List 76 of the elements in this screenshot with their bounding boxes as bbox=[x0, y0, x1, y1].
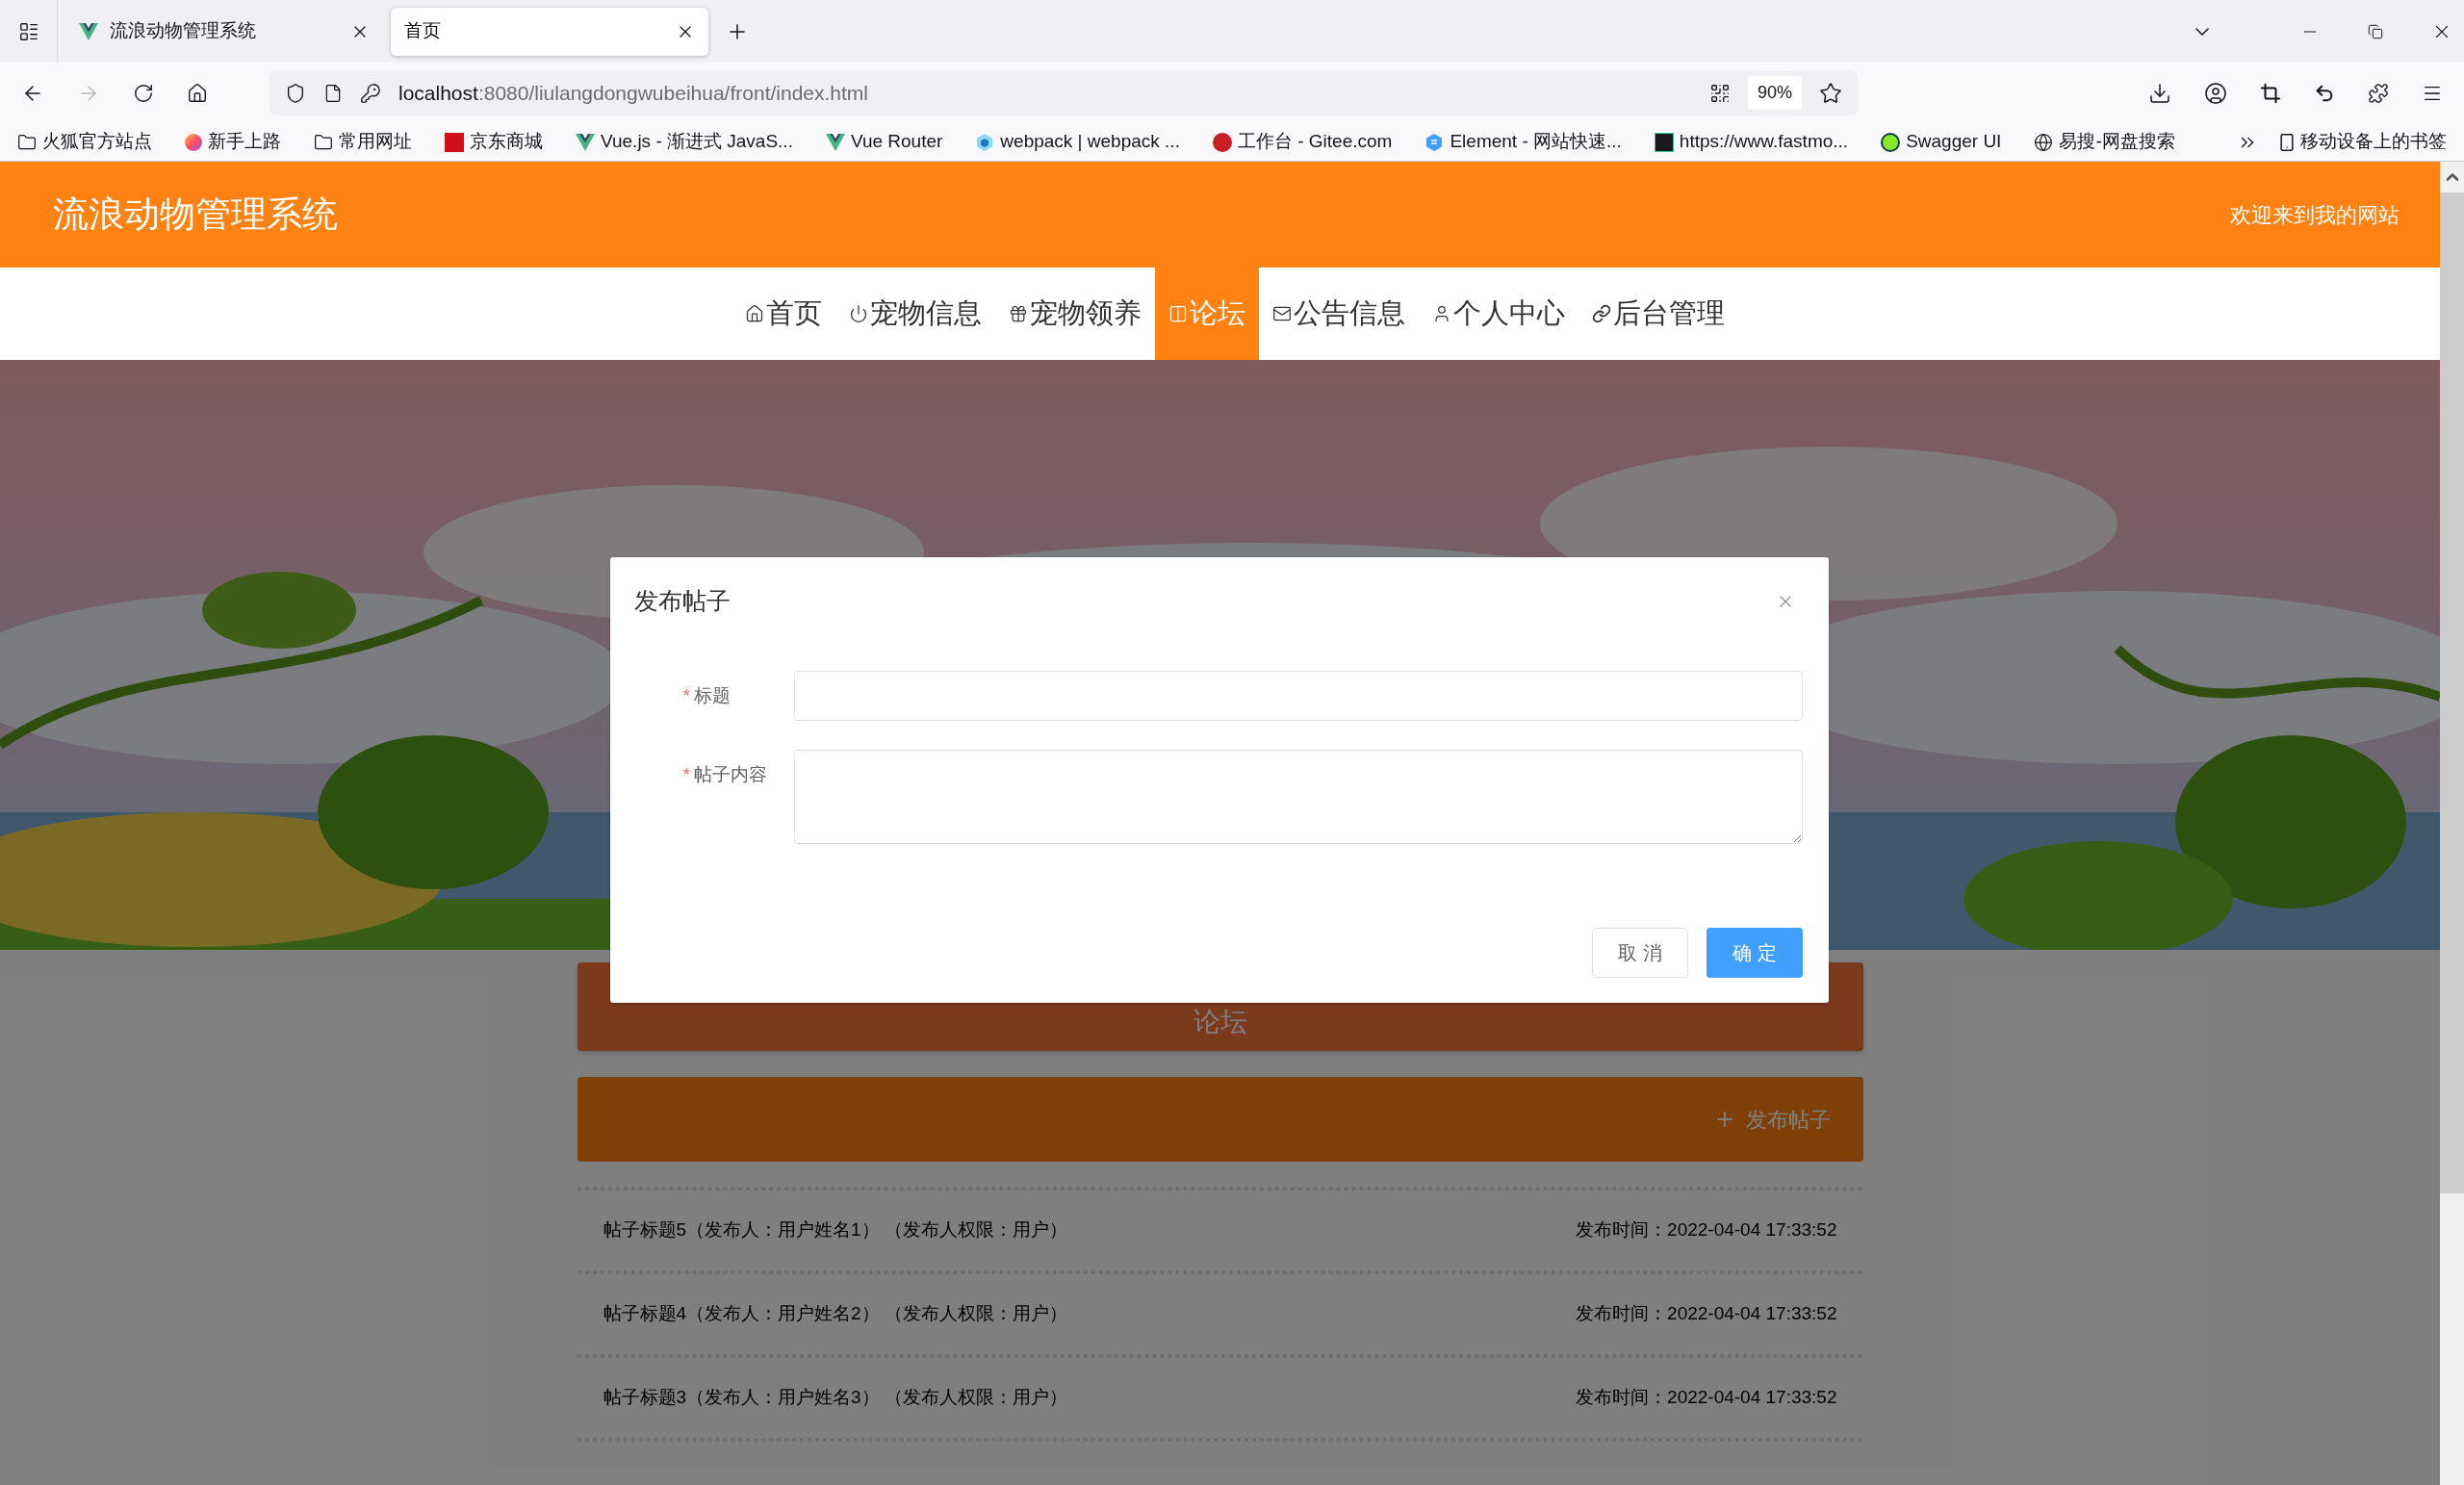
zoom-level[interactable]: 90% bbox=[1747, 76, 1802, 110]
bookmark-item[interactable]: webpack | webpack ... bbox=[975, 128, 1180, 156]
phone-icon bbox=[2277, 132, 2297, 152]
address-text: localhost:8080/liulangdongwubeihua/front/index.html bbox=[398, 80, 869, 106]
post-row[interactable]: 帖子标题3（发布人：用户姓名3） （发布人权限：用户） 发布时间：2022-04-04 17:33:52 bbox=[577, 1354, 1863, 1438]
bookmark-item[interactable]: Vue Router bbox=[825, 128, 943, 156]
bookmark-item[interactable]: 工作台 - Gitee.com bbox=[1212, 128, 1393, 156]
globe-icon bbox=[2034, 132, 2054, 152]
folder-icon bbox=[17, 132, 37, 152]
home-icon bbox=[744, 304, 764, 323]
nav-item[interactable]: 个人中心 bbox=[1418, 268, 1578, 360]
reload-icon[interactable] bbox=[133, 82, 154, 104]
field-label: 帖子内容 bbox=[694, 762, 768, 786]
crop-icon[interactable] bbox=[2260, 82, 2281, 104]
nav-item[interactable]: 宠物领养 bbox=[994, 268, 1155, 360]
restore-icon[interactable] bbox=[2368, 23, 2383, 39]
dark-square-icon bbox=[1654, 132, 1674, 152]
field-label: 标题 bbox=[694, 683, 732, 707]
browser-tab[interactable]: 首页 bbox=[391, 7, 708, 56]
forum-icon bbox=[1168, 304, 1188, 323]
bookmark-item[interactable]: Swagger UI bbox=[1881, 128, 2002, 156]
nav-item[interactable]: 首页 bbox=[731, 268, 835, 360]
mail-icon bbox=[1271, 304, 1292, 323]
extensions-icon[interactable] bbox=[2368, 82, 2389, 104]
tab-title: 流浪动物管理系统 bbox=[110, 19, 257, 43]
vue-logo-icon bbox=[825, 133, 845, 151]
required-mark: * bbox=[681, 762, 691, 786]
tab-list-icon bbox=[17, 20, 39, 42]
bookmark-item[interactable]: 易搜-网盘搜索 bbox=[2034, 128, 2175, 156]
post-title: 帖子标题5（发布人：用户姓名1） （发布人权限：用户） bbox=[603, 1218, 1067, 1242]
cube-icon bbox=[975, 132, 995, 152]
scrollbar[interactable] bbox=[2440, 162, 2464, 1485]
title-input[interactable] bbox=[794, 670, 1803, 721]
bookmark-item[interactable]: 常用网址 bbox=[314, 128, 412, 156]
scroll-thumb[interactable] bbox=[2440, 192, 2464, 1193]
site-title: 流浪动物管理系统 bbox=[53, 193, 338, 237]
shield-icon[interactable] bbox=[285, 82, 306, 104]
bookmark-item[interactable]: 新手上路 bbox=[185, 128, 281, 156]
browser-tab[interactable]: 流浪动物管理系统 bbox=[65, 7, 383, 56]
mobile-bookmarks[interactable]: 移动设备上的书签 bbox=[2277, 128, 2447, 156]
nav-item[interactable]: 后台管理 bbox=[1578, 268, 1738, 360]
bookmark-item[interactable]: 京东商城 bbox=[445, 128, 543, 156]
post-row[interactable]: 帖子标题4（发布人：用户姓名2） （发布人权限：用户） 发布时间：2022-04-04 17:33:52 bbox=[577, 1270, 1863, 1354]
download-icon[interactable] bbox=[2148, 81, 2171, 105]
post-title: 帖子标题3（发布人：用户姓名3） （发布人权限：用户） bbox=[603, 1386, 1067, 1410]
post-time: 发布时间：2022-04-04 17:33:52 bbox=[1576, 1218, 1837, 1242]
qr-code-icon[interactable] bbox=[1708, 82, 1731, 104]
post-time: 发布时间：2022-04-04 17:33:52 bbox=[1576, 1302, 1837, 1326]
folder-icon bbox=[314, 132, 333, 152]
gift-icon bbox=[1008, 304, 1028, 323]
key-icon[interactable] bbox=[360, 82, 381, 104]
bookmark-item[interactable]: Vue.js - 渐进式 JavaS... bbox=[576, 128, 793, 156]
bookmark-item[interactable]: https://www.fastmo... bbox=[1654, 128, 1849, 156]
forum-title: 论坛 bbox=[1193, 1007, 1247, 1037]
dialog-title: 发布帖子 bbox=[634, 586, 731, 616]
power-icon bbox=[848, 304, 868, 323]
bookmark-item[interactable]: Element - 网站快速... bbox=[1424, 128, 1622, 156]
page-icon[interactable] bbox=[323, 83, 343, 103]
nav-item[interactable]: 公告信息 bbox=[1258, 268, 1419, 360]
post-title: 帖子标题4（发布人：用户姓名2） （发布人权限：用户） bbox=[603, 1302, 1067, 1326]
address-bar[interactable]: localhost:8080/liulangdongwubeihua/front/index.html 90% bbox=[270, 70, 1858, 115]
required-mark: * bbox=[681, 683, 691, 707]
nav-item[interactable]: 宠物信息 bbox=[834, 268, 995, 360]
bookmark-star-icon[interactable] bbox=[1819, 81, 1842, 105]
home-icon[interactable] bbox=[187, 82, 208, 104]
post-time: 发布时间：2022-04-04 17:33:52 bbox=[1576, 1386, 1837, 1410]
bookmark-item[interactable]: 火狐官方站点 bbox=[17, 128, 152, 156]
welcome-text: 欢迎来到我的网站 bbox=[2230, 201, 2400, 229]
vue-logo-icon bbox=[79, 22, 98, 40]
vue-logo-icon bbox=[576, 133, 595, 151]
tab-title: 首页 bbox=[404, 19, 442, 43]
cancel-button[interactable]: 取 消 bbox=[1592, 928, 1688, 978]
link-icon bbox=[1591, 304, 1611, 323]
post-row[interactable]: 帖子标题5（发布人：用户姓名1） （发布人权限：用户） 发布时间：2022-04-04 17:33:52 bbox=[577, 1187, 1863, 1270]
account-icon[interactable] bbox=[2204, 81, 2227, 105]
hexagon-icon bbox=[1424, 132, 1445, 152]
